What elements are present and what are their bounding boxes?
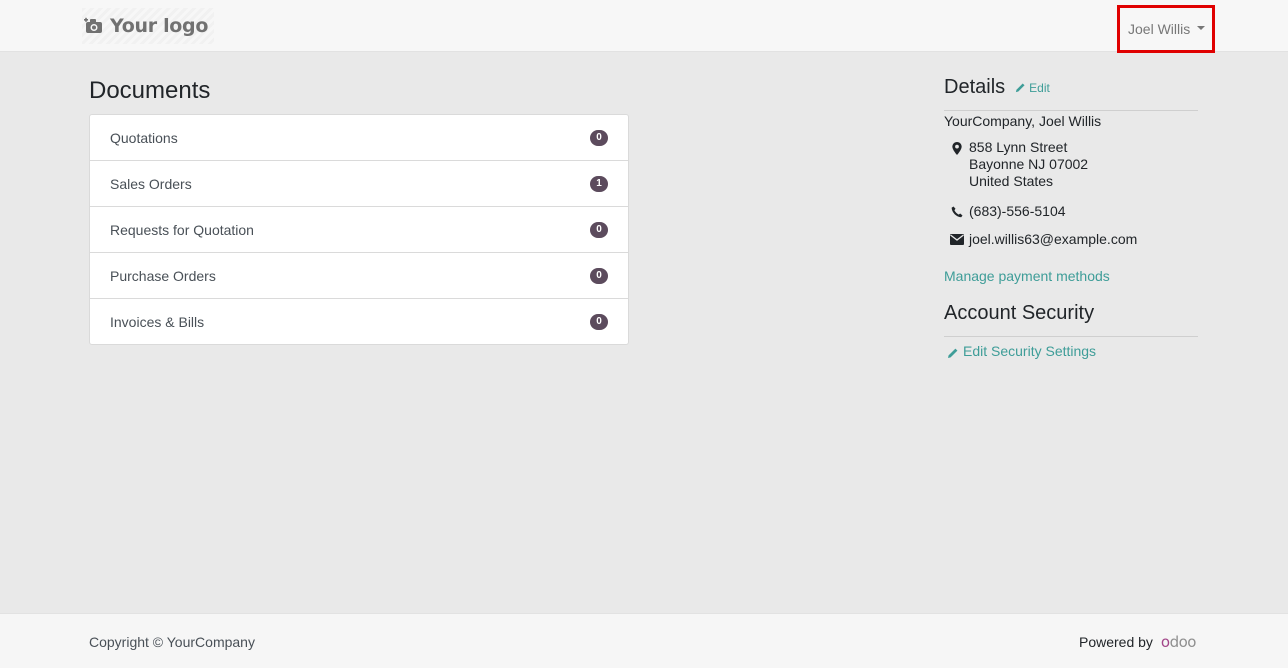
- count-badge: 0: [590, 129, 608, 146]
- phone-row: (683)-556-5104: [944, 203, 1066, 220]
- company-name: YourCompany, Joel Willis: [944, 113, 1102, 129]
- address-line: 858 Lynn Street: [969, 139, 1068, 155]
- map-marker-icon: [944, 139, 969, 190]
- list-item-purchase-orders[interactable]: Purchase Orders 0: [90, 253, 628, 299]
- footer: Copyright © YourCompany Powered by odoo: [0, 613, 1288, 668]
- edit-security-label: Edit Security Settings: [963, 343, 1097, 359]
- account-security-title: Account Security: [944, 302, 1095, 324]
- list-item-label: Quotations: [110, 129, 178, 146]
- company-logo[interactable]: Your logo: [82, 8, 214, 44]
- user-name: Joel Willis: [1128, 21, 1191, 37]
- email-address: joel.willis63@example.com: [969, 231, 1138, 247]
- user-menu-dropdown[interactable]: Joel Willis: [1117, 5, 1215, 53]
- list-item-label: Sales Orders: [110, 175, 192, 192]
- envelope-icon: [944, 231, 969, 248]
- edit-label: Edit: [1029, 80, 1050, 95]
- address-line: United States: [969, 173, 1054, 189]
- top-navbar: Your logo Joel Willis: [0, 0, 1288, 53]
- odoo-logo[interactable]: odoo: [1161, 633, 1197, 651]
- list-item-label: Requests for Quotation: [110, 221, 254, 238]
- count-badge: 0: [590, 267, 608, 284]
- details-header: Details Edit: [944, 76, 1198, 111]
- list-item-quotations[interactable]: Quotations 0: [90, 115, 628, 161]
- count-badge: 0: [590, 313, 608, 330]
- copyright-text: Copyright © YourCompany: [89, 634, 255, 650]
- manage-payment-methods-link[interactable]: Manage payment methods: [944, 268, 1110, 284]
- list-item-invoices-bills[interactable]: Invoices & Bills 0: [90, 299, 628, 344]
- address-line: Bayonne NJ 07002: [969, 156, 1089, 172]
- count-badge: 0: [590, 221, 608, 238]
- list-item-label: Purchase Orders: [110, 267, 216, 284]
- details-title: Details: [944, 76, 1006, 98]
- list-item-sales-orders[interactable]: Sales Orders 1: [90, 161, 628, 207]
- logo-text: Your logo: [110, 15, 209, 37]
- phone-icon: [944, 203, 969, 220]
- account-security-header: Account Security: [944, 302, 1198, 337]
- email-row: joel.willis63@example.com: [944, 231, 1137, 248]
- powered-by-label: Powered by: [1078, 634, 1153, 650]
- list-item-label: Invoices & Bills: [110, 313, 205, 330]
- chevron-down-icon: [1197, 26, 1206, 30]
- list-item-requests-for-quotation[interactable]: Requests for Quotation 0: [90, 207, 628, 253]
- documents-list: Quotations 0 Sales Orders 1 Requests for…: [89, 114, 629, 345]
- phone-number: (683)-556-5104: [969, 203, 1066, 219]
- edit-security-settings-link[interactable]: Edit Security Settings: [947, 343, 1096, 359]
- pencil-icon: [1015, 82, 1026, 93]
- powered-by: Powered by odoo: [1078, 633, 1197, 651]
- pencil-icon: [947, 346, 958, 358]
- address-block: 858 Lynn Street Bayonne NJ 07002 United …: [944, 139, 1088, 190]
- documents-title: Documents: [89, 77, 211, 104]
- count-badge: 1: [590, 175, 608, 192]
- edit-details-link[interactable]: Edit: [1015, 81, 1050, 95]
- camera-icon: [84, 16, 104, 36]
